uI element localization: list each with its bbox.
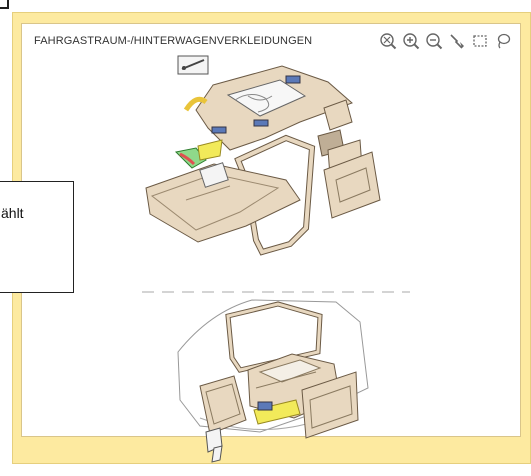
tooltip-popup: ählt bbox=[0, 181, 74, 293]
rear-side-panel-left[interactable] bbox=[199, 375, 247, 435]
right-trim-panels[interactable] bbox=[317, 99, 381, 219]
clip-parts[interactable] bbox=[205, 427, 223, 463]
parts-exploded-diagram bbox=[142, 55, 410, 463]
tool-illustration bbox=[177, 55, 209, 75]
tooltip-text: ählt bbox=[1, 205, 24, 221]
floor-trim[interactable] bbox=[145, 162, 301, 243]
